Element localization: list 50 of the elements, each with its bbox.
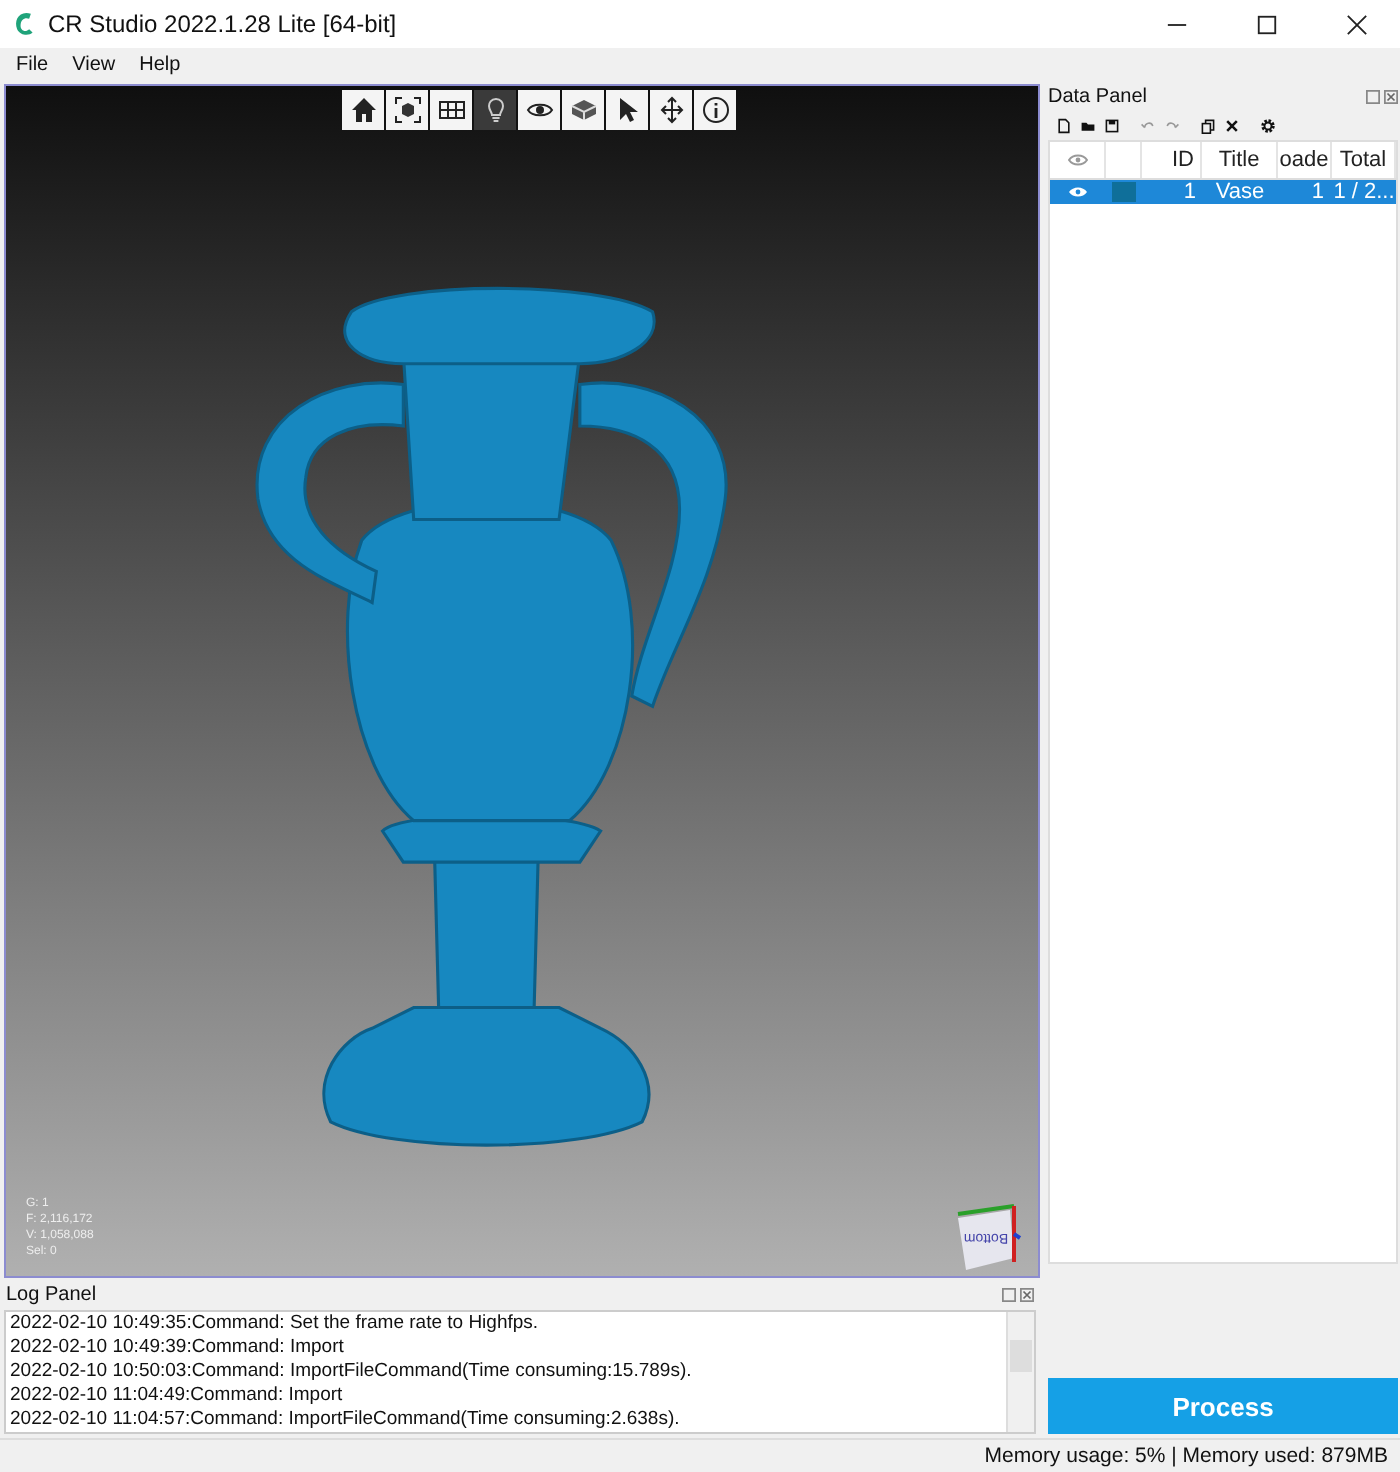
toolbar-button[interactable] <box>430 90 472 130</box>
app-logo-icon <box>12 10 36 38</box>
home-icon <box>349 96 377 124</box>
menu-item[interactable]: View <box>72 53 116 75</box>
column-header[interactable]: oade <box>1278 142 1332 178</box>
toolbar-button[interactable] <box>694 90 736 130</box>
layers-icon <box>569 96 597 124</box>
table-cell: 1 / 2... <box>1332 180 1396 204</box>
new-file-icon[interactable] <box>1056 118 1072 134</box>
settings-icon[interactable] <box>1260 118 1276 134</box>
table-cell-text: Vase <box>1213 180 1267 204</box>
log-line: 2022-02-10 11:04:49:Command: Import <box>10 1384 345 1408</box>
window-title: CR Studio 2022.1.28 Lite [64-bit] <box>48 10 397 38</box>
maximize-icon[interactable] <box>1256 13 1278 35</box>
move-icon <box>657 96 685 124</box>
toolbar-button[interactable] <box>562 90 604 130</box>
menu-item[interactable]: Help <box>139 53 181 75</box>
scrollbar[interactable] <box>1006 1312 1034 1432</box>
info-icon <box>701 96 729 124</box>
menu-item[interactable]: File <box>16 53 49 75</box>
delete-icon[interactable] <box>1224 118 1240 134</box>
column-header[interactable]: ID <box>1142 142 1202 178</box>
close-icon[interactable] <box>1346 13 1368 35</box>
toolbar-button[interactable] <box>518 90 560 130</box>
eye-icon <box>1067 154 1087 166</box>
toolbar-button[interactable] <box>650 90 692 130</box>
column-header[interactable]: Title <box>1202 142 1278 178</box>
texture-icon <box>437 96 465 124</box>
status-text: Memory usage: 5% | Memory used: 879MB <box>984 1444 1388 1468</box>
log-line: 2022-02-10 10:49:35:Command: Set the frame rate to Highfps. <box>10 1312 541 1336</box>
float-icon[interactable] <box>1366 89 1380 103</box>
panel-title: Log Panel <box>6 1283 97 1305</box>
save-icon[interactable] <box>1104 118 1120 134</box>
column-header[interactable]: Total <box>1332 142 1396 178</box>
toolbar-button[interactable] <box>386 90 428 130</box>
float-icon[interactable] <box>1002 1287 1016 1301</box>
eye-icon[interactable] <box>1068 186 1088 198</box>
table-cell-text: 1 <box>1309 180 1326 204</box>
table-cell-text: 1 <box>1181 180 1198 204</box>
cube-frame-icon <box>393 96 421 124</box>
toolbar-button[interactable] <box>606 90 648 130</box>
panel-title: Data Panel <box>1048 85 1147 107</box>
toolbar-button[interactable] <box>474 90 516 130</box>
table-row[interactable]: 1 Vase 1 1 / 2... <box>1050 180 1396 204</box>
toolbar-button[interactable] <box>342 90 384 130</box>
log-line: 2022-02-10 11:04:57:Command: ImportFileCommand(Time consuming:2.638s). <box>10 1408 682 1432</box>
log-line: 2022-02-10 10:49:39:Command: Import <box>10 1336 346 1360</box>
copy-icon[interactable] <box>1200 118 1216 134</box>
log-line: 2022-02-10 10:50:03:Command: ImportFileCommand(Time consuming:15.789s). <box>10 1360 694 1384</box>
folder-icon[interactable] <box>1080 118 1096 134</box>
